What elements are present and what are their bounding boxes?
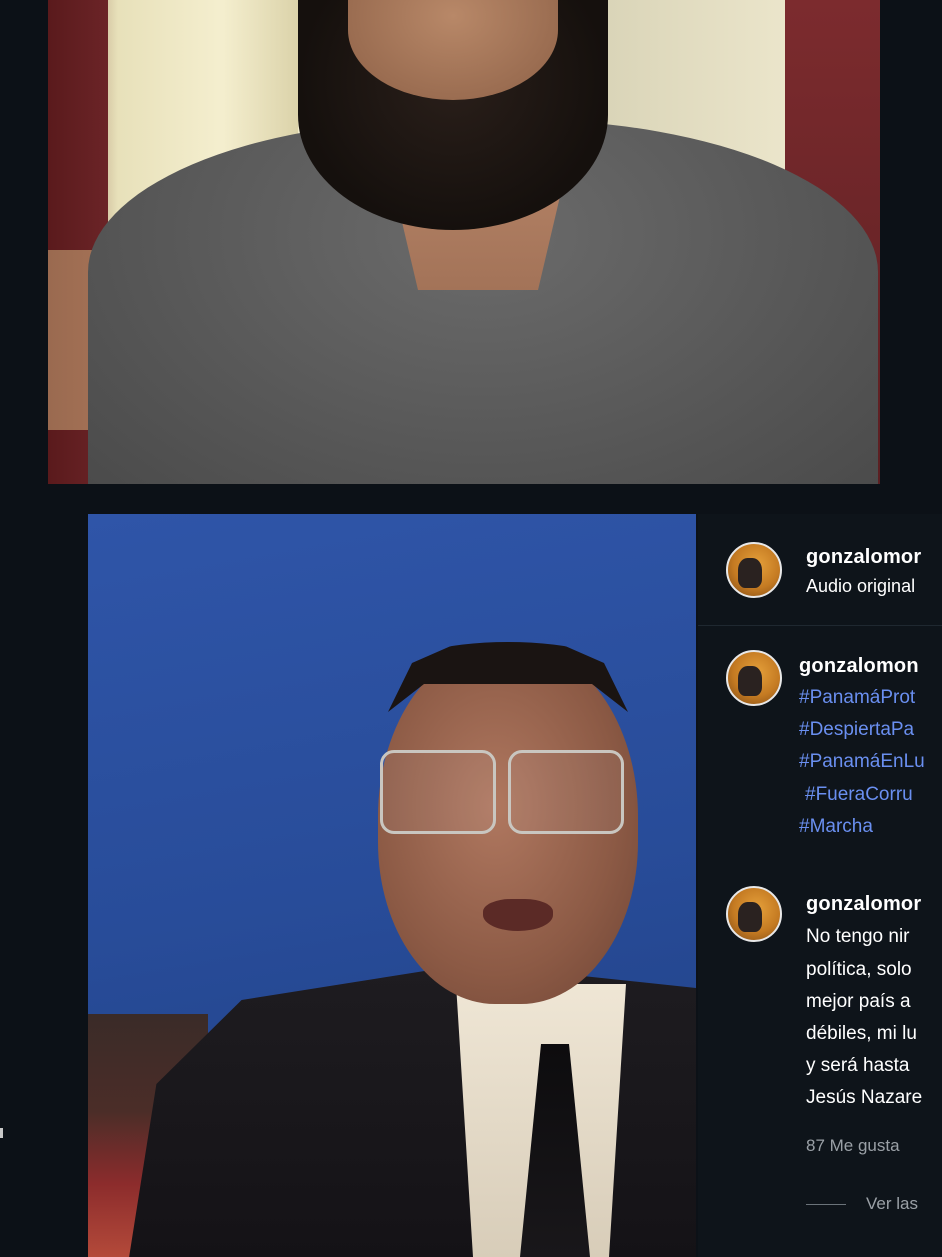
left-lens <box>380 750 496 834</box>
comment-text-line: débiles, mi lu <box>806 1023 917 1044</box>
right-lens <box>508 750 624 834</box>
view-replies-link[interactable]: Ver las <box>866 1194 918 1214</box>
comment-avatar-icon[interactable] <box>726 886 782 942</box>
user-avatar-icon[interactable] <box>726 542 782 598</box>
divider <box>698 625 942 626</box>
speaker-mouth <box>483 899 553 931</box>
header-username[interactable]: gonzalomor <box>806 546 921 569</box>
comment-text-line: No tengo nir <box>806 926 910 947</box>
comment-username[interactable]: gonzalomor <box>806 893 921 916</box>
comment-text-line: y será hasta <box>806 1055 910 1076</box>
caption-username[interactable]: gonzalomon <box>799 655 919 678</box>
comment-text-line: mejor país a <box>806 991 911 1012</box>
edge-marker <box>0 1128 3 1138</box>
hashtag-link[interactable]: #DespiertaPa <box>799 719 914 741</box>
hashtag-link[interactable]: #Marcha <box>799 816 873 838</box>
replies-divider-line <box>806 1204 846 1205</box>
hashtag-link[interactable]: #PanamáEnLu <box>799 751 925 773</box>
eyeglasses <box>380 750 630 840</box>
comment-text-line: Jesús Nazare <box>806 1087 923 1108</box>
audio-label[interactable]: Audio original <box>806 576 915 597</box>
caption-avatar-icon[interactable] <box>726 650 782 706</box>
hashtag-link[interactable]: #PanamáProt <box>799 687 915 709</box>
likes-count[interactable]: 87 Me gusta <box>806 1136 900 1156</box>
top-video-feed <box>48 0 880 484</box>
hashtag-link[interactable]: #FueraCorru <box>805 784 913 806</box>
bottom-video-feed <box>88 514 696 1257</box>
comment-text-line: política, solo <box>806 959 912 980</box>
